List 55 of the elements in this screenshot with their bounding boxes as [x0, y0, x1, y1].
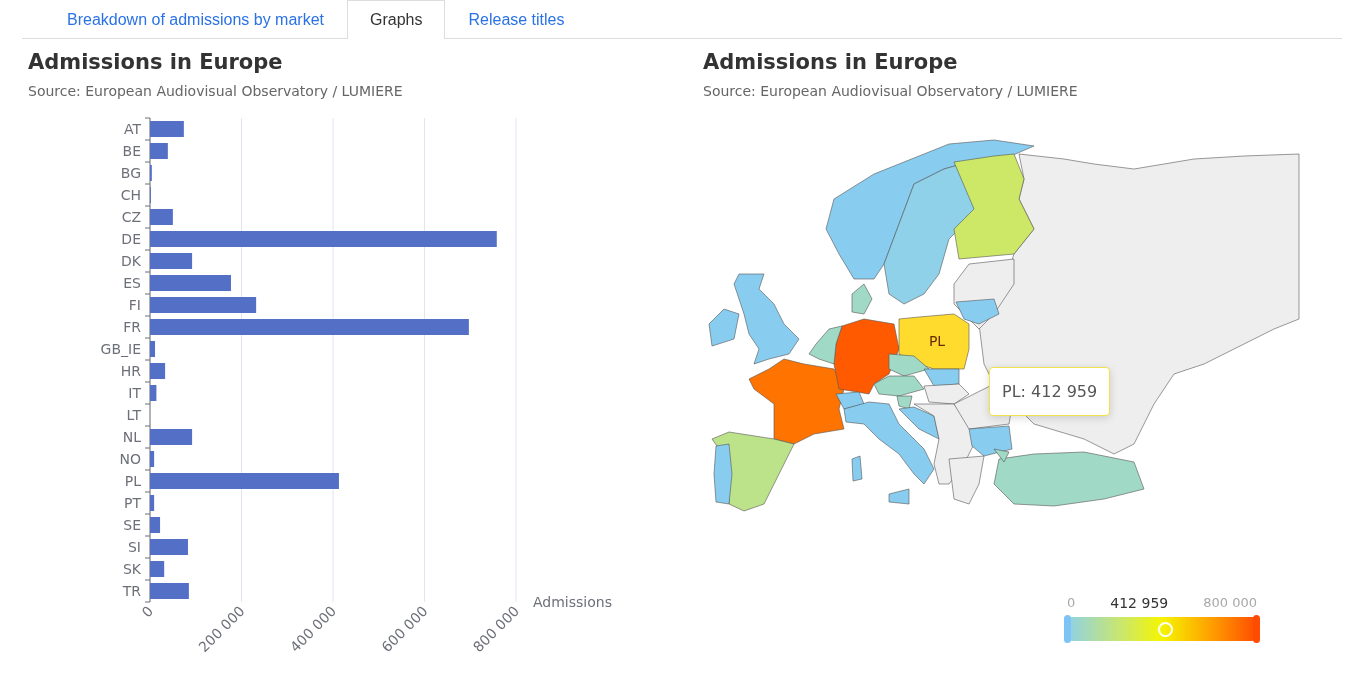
bar — [150, 385, 157, 401]
axis-label: 0 — [138, 602, 157, 621]
bar — [150, 539, 188, 555]
map-source: Source: European Audiovisual Observatory / LUMIERE — [703, 83, 1079, 99]
axis-label: BE — [122, 143, 141, 159]
bar — [150, 253, 193, 269]
bar — [150, 429, 193, 445]
chart-title: Admissions in Europe — [28, 50, 284, 74]
legend-max: 800 000 — [1203, 595, 1257, 611]
bar — [150, 583, 189, 599]
axis-label: SI — [128, 539, 141, 555]
axis-label: DE — [121, 231, 141, 247]
bar — [150, 209, 173, 225]
axis-label: LT — [126, 407, 141, 423]
axis-label: 600 000 — [378, 602, 431, 656]
chart-source: Source: European Audiovisual Observatory / LUMIERE — [28, 83, 404, 99]
axis-label: CH — [120, 187, 141, 203]
axis-label: ES — [123, 275, 141, 291]
bar — [150, 517, 161, 533]
legend-min: 0 — [1067, 595, 1076, 611]
axis-label: DK — [121, 253, 141, 269]
map-title: Admissions in Europe — [703, 50, 959, 74]
bar — [150, 363, 166, 379]
axis-label: TR — [122, 583, 141, 599]
tooltip: PL: 412 959 — [989, 367, 1111, 416]
bar — [150, 121, 184, 137]
axis-label: PL — [124, 473, 141, 489]
axis-label: NL — [122, 429, 141, 445]
legend-value: 412 959 — [1110, 595, 1169, 611]
axis-label: SK — [122, 561, 141, 577]
axis-label: FR — [123, 319, 141, 335]
axis-label: BG — [120, 165, 141, 181]
axis-label: IT — [128, 385, 141, 401]
bar — [150, 143, 168, 159]
axis-label: 200 000 — [195, 602, 248, 656]
axis-label: PT — [124, 495, 141, 511]
tab[interactable]: Release titles — [445, 0, 588, 39]
range-handle[interactable] — [1064, 615, 1071, 643]
country-label: PL — [928, 333, 946, 349]
tab[interactable]: Graphs — [347, 0, 446, 39]
axis-label: AT — [123, 121, 141, 137]
axis-label: GB_IE — [100, 341, 141, 357]
bar — [150, 451, 155, 467]
tab[interactable]: Breakdown of admissions by market — [44, 0, 347, 39]
axis-label: NO — [119, 451, 141, 467]
range-handle[interactable] — [1253, 615, 1260, 643]
axis-label: CZ — [121, 209, 141, 225]
axis-title: Admissions — [533, 594, 612, 610]
bar — [150, 561, 165, 577]
axis-label: 400 000 — [286, 602, 340, 656]
axis-label: HR — [120, 363, 141, 379]
bar — [150, 341, 156, 357]
axis-label: FI — [128, 297, 141, 313]
bar — [150, 495, 155, 511]
axis-label: SE — [123, 517, 141, 533]
